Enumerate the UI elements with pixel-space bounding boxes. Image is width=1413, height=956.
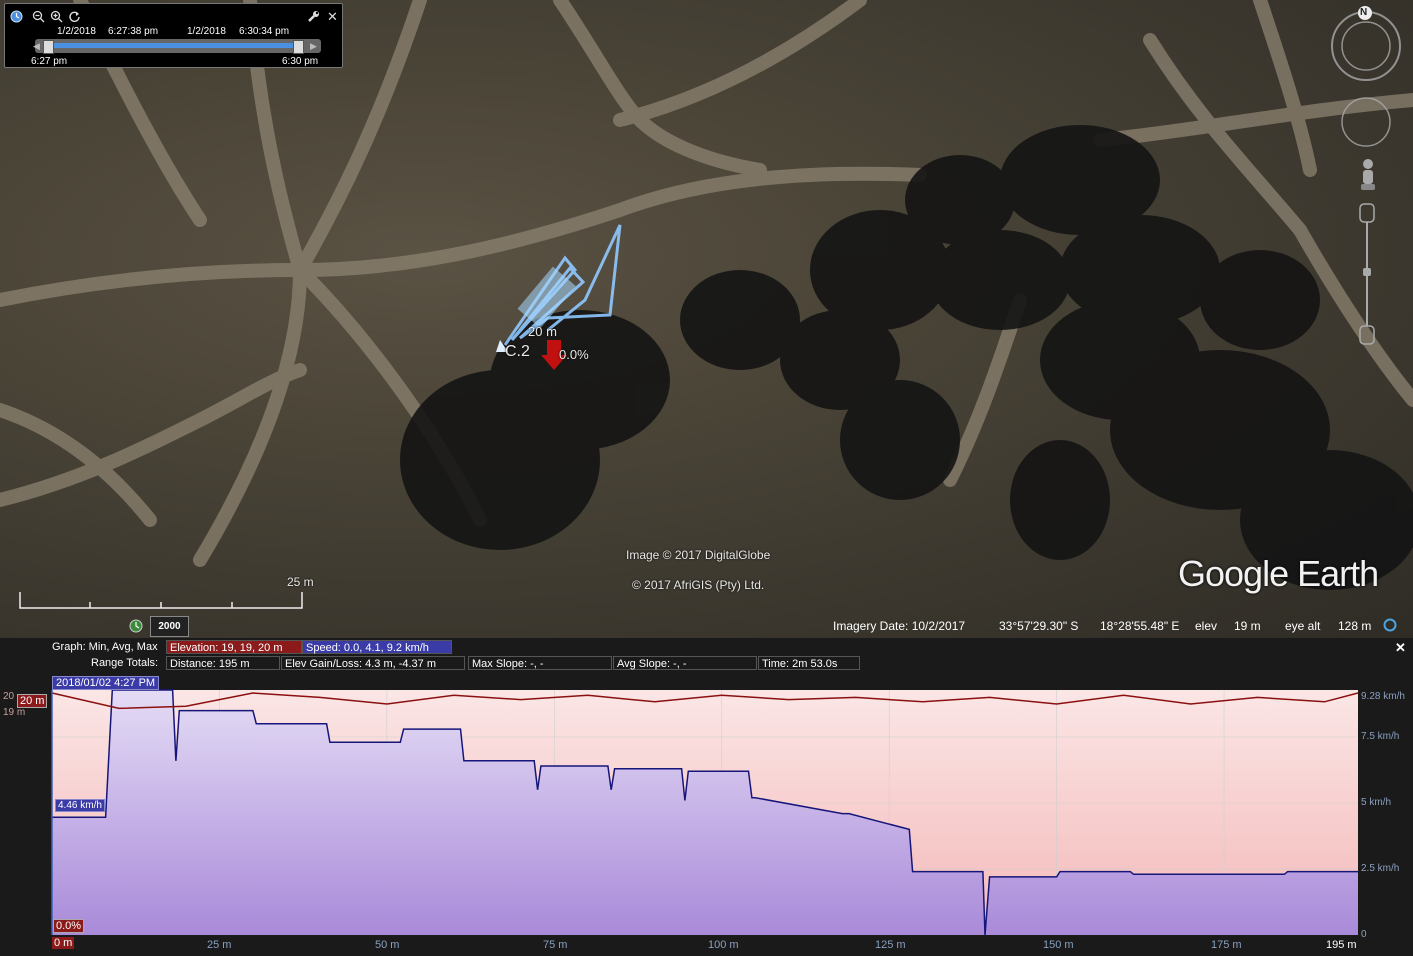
map-view[interactable]: 20 m C.2 0.0% ✕ 1/2/2018 6:27:38 pm 1/2/… [0, 0, 1413, 638]
time-range-fill [47, 43, 297, 48]
left-axis-top: 20 [3, 691, 15, 702]
cursor-time-label: 2018/01/02 4:27 PM [52, 676, 160, 690]
zoom-out-icon[interactable] [32, 10, 45, 23]
scale-bar [19, 592, 303, 609]
x-tick: 25 m [207, 939, 232, 951]
elevation-profile-panel: Graph: Min, Avg, Max Range Totals: Eleva… [0, 638, 1413, 956]
step-back-icon[interactable]: ◀ [33, 41, 40, 52]
end-handle[interactable] [293, 40, 304, 54]
cursor-grade-label: 0.0% [53, 919, 85, 933]
start-date: 1/2/2018 [57, 26, 96, 37]
wrench-icon[interactable] [307, 10, 320, 23]
start-handle[interactable] [43, 40, 54, 54]
right-axis-tick: 0 [1361, 929, 1367, 940]
end-date: 1/2/2018 [187, 26, 226, 37]
status-bar: Imagery Date: 10/2/2017 33°57'29.30" S 1… [0, 614, 1413, 638]
cursor-distance-label: 0 m [52, 937, 75, 949]
pegman-icon[interactable] [1358, 157, 1378, 193]
compass-control[interactable]: N [1328, 6, 1404, 82]
imagery-date: Imagery Date: 10/2/2017 [833, 619, 966, 633]
eye-alt-label: eye alt [1285, 619, 1321, 633]
latitude: 33°57'29.30" S [999, 619, 1079, 633]
left-axis-bottom: 19 m [3, 707, 26, 718]
north-label: N [1360, 7, 1368, 18]
zoom-in-icon[interactable] [50, 10, 63, 23]
look-control[interactable] [1340, 96, 1392, 148]
cursor-speed-label: 4.46 km/h [55, 799, 105, 812]
time-slider[interactable]: ◀ ▶ [33, 39, 321, 54]
copyright-afrigis: © 2017 AfriGIS (Pty) Ltd. [632, 578, 765, 592]
zoom-slider[interactable] [1356, 202, 1378, 346]
cursor-elev-label: 20 m [17, 694, 48, 708]
step-forward-icon[interactable]: ▶ [310, 41, 317, 52]
clock-icon[interactable] [10, 10, 23, 23]
elev-value: 19 m [1234, 619, 1261, 633]
x-tick: 195 m [1326, 939, 1357, 951]
google-earth-logo: Google Earth [1178, 553, 1379, 594]
eye-alt-value: 128 m [1338, 619, 1372, 633]
x-tick: 175 m [1211, 939, 1242, 951]
x-tick: 100 m [708, 939, 739, 951]
start-time: 6:27:38 pm [108, 26, 159, 37]
track-grade-label: 0.0% [559, 347, 589, 362]
longitude: 18°28'55.48" E [1100, 619, 1180, 633]
right-axis-tick: 7.5 km/h [1361, 731, 1400, 742]
elev-label: elev [1195, 619, 1218, 633]
slider-left-label: 6:27 pm [31, 56, 68, 67]
satellite-imagery [0, 0, 1413, 609]
profile-chart[interactable] [0, 638, 1413, 956]
x-tick: 75 m [543, 939, 568, 951]
x-tick: 50 m [375, 939, 400, 951]
x-tick: 150 m [1043, 939, 1074, 951]
scale-label: 25 m [287, 575, 314, 589]
right-axis-tick: 2.5 km/h [1361, 863, 1400, 874]
x-tick: 125 m [875, 939, 906, 951]
slider-right-label: 6:30 pm [282, 56, 319, 67]
track-name-label: C.2 [505, 343, 530, 360]
track-distance-label: 20 m [528, 324, 557, 339]
end-time: 6:30:34 pm [239, 26, 290, 37]
refresh-icon[interactable] [68, 10, 81, 23]
close-icon[interactable]: ✕ [326, 10, 339, 23]
right-axis-tick: 5 km/h [1361, 797, 1392, 808]
copyright-imagery: Image © 2017 DigitalGlobe [626, 548, 771, 562]
streaming-indicator-icon [1383, 618, 1397, 632]
right-axis-tick: 9.28 km/h [1361, 691, 1405, 702]
time-slider-panel: ✕ 1/2/2018 6:27:38 pm 1/2/2018 6:30:34 p… [4, 3, 343, 68]
